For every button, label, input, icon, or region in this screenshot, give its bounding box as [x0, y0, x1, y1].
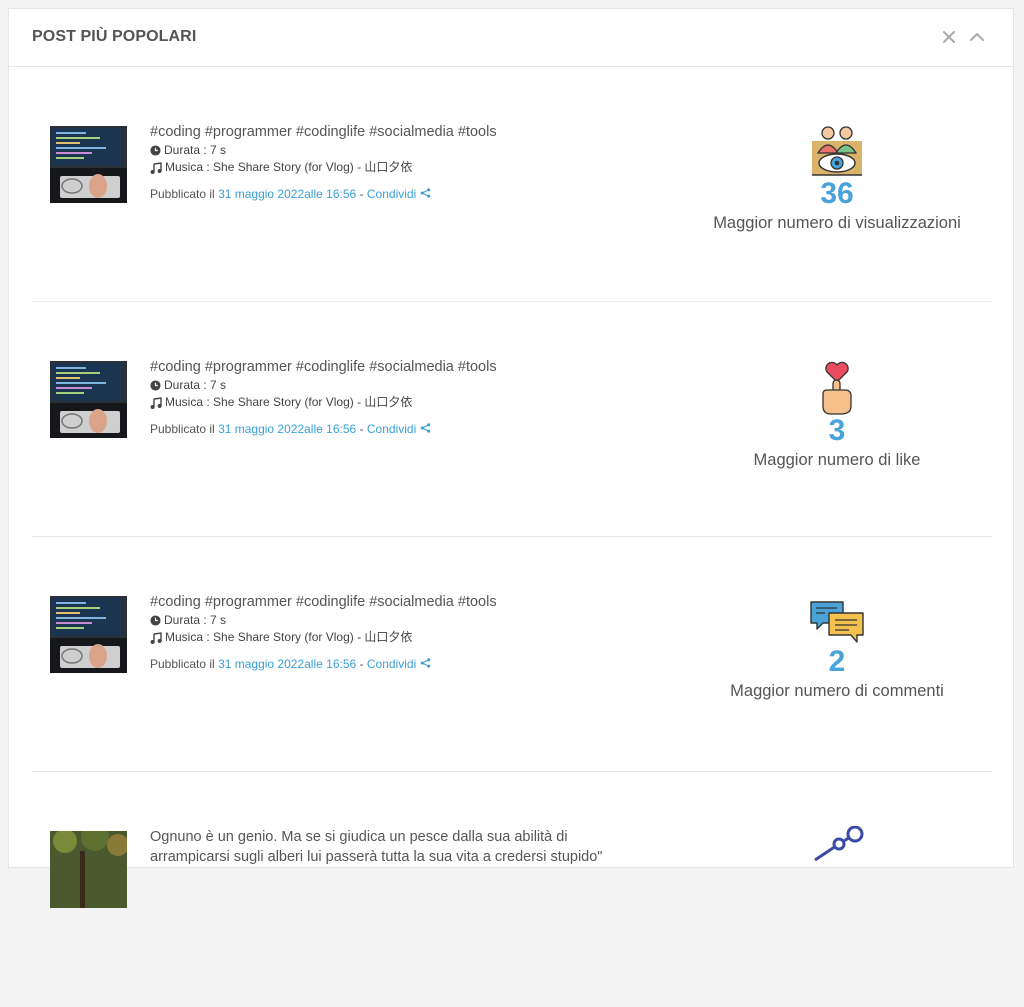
post-caption: #coding #programmer #codinglife #socialm… [150, 359, 497, 375]
music-line: Musica : She Share Story (for Vlog) - 山口… [150, 629, 620, 646]
chevron-up-icon[interactable] [967, 27, 987, 47]
music-note-icon [150, 631, 162, 644]
share-icon[interactable] [420, 423, 431, 433]
post-music: Musica : She Share Story (for Vlog) - 山口… [165, 160, 413, 174]
post-music: Musica : She Share Story (for Vlog) - 山口… [165, 630, 413, 644]
share-graph-icon [814, 826, 864, 862]
views-count: 36 [820, 177, 854, 210]
published-prefix: Pubblicato il [150, 187, 215, 201]
post-text: Ognuno è un genio. Ma se si giudica un p… [150, 827, 620, 867]
post-music: Musica : She Share Story (for Vlog) - 山口… [165, 395, 413, 409]
panel-header: POST PIÙ POPOLARI [9, 9, 1013, 67]
published-date-link[interactable]: 31 maggio 2022alle 16:56 [218, 187, 356, 201]
post-duration: Durata : 7 s [164, 143, 227, 157]
separator: - [359, 187, 364, 201]
music-line: Musica : She Share Story (for Vlog) - 山口… [150, 159, 620, 176]
post-thumbnail[interactable] [50, 831, 127, 908]
publish-line: Pubblicato il 31 maggio 2022alle 16:56 -… [150, 656, 620, 672]
duration-line: Durata : 7 s [150, 142, 620, 159]
share-link[interactable]: Condividi [367, 657, 431, 671]
share-label[interactable]: Condividi [367, 187, 416, 201]
post-thumbnail[interactable] [50, 126, 127, 203]
share-label[interactable]: Condividi [367, 657, 416, 671]
post-thumbnail[interactable] [50, 361, 127, 438]
post-row: #coding #programmer #codinglife #socialm… [32, 302, 992, 537]
post-row: #coding #programmer #codinglife #socialm… [32, 537, 992, 772]
separator: - [359, 657, 364, 671]
shares-stat [672, 826, 1002, 866]
comments-stat: 2 Maggior numero di commenti [672, 599, 1002, 701]
share-link[interactable]: Condividi [367, 187, 431, 201]
publish-line: Pubblicato il 31 maggio 2022alle 16:56 -… [150, 186, 620, 202]
share-label[interactable]: Condividi [367, 422, 416, 436]
publish-line: Pubblicato il 31 maggio 2022alle 16:56 -… [150, 421, 620, 437]
audience-eye-icon [812, 126, 862, 176]
post-text: #coding #programmer #codinglife #socialm… [150, 357, 620, 437]
views-label: Maggior numero di visualizzazioni [713, 214, 961, 232]
comments-icon [810, 601, 864, 643]
comments-label: Maggior numero di commenti [730, 682, 944, 700]
post-text: #coding #programmer #codinglife #socialm… [150, 122, 620, 202]
heart-hand-icon [822, 361, 852, 415]
music-note-icon [150, 161, 162, 174]
clock-icon [150, 380, 161, 391]
likes-count: 3 [828, 414, 846, 447]
duration-line: Durata : 7 s [150, 612, 620, 629]
published-date-link[interactable]: 31 maggio 2022alle 16:56 [218, 422, 356, 436]
post-row: Ognuno è un genio. Ma se si giudica un p… [32, 772, 992, 1007]
share-icon[interactable] [420, 658, 431, 668]
post-duration: Durata : 7 s [164, 613, 227, 627]
popular-posts-panel: POST PIÙ POPOLARI #coding #programmer #c… [8, 8, 1014, 908]
likes-stat: 3 Maggior numero di like [672, 360, 1002, 470]
views-stat: 36 Maggior numero di visualizzazioni [672, 123, 1002, 233]
comments-count: 2 [828, 645, 846, 678]
music-line: Musica : She Share Story (for Vlog) - 山口… [150, 394, 620, 411]
post-duration: Durata : 7 s [164, 378, 227, 392]
post-row: #coding #programmer #codinglife #socialm… [32, 67, 992, 302]
post-caption: #coding #programmer #codinglife #socialm… [150, 594, 497, 610]
post-caption: #coding #programmer #codinglife #socialm… [150, 124, 497, 140]
published-prefix: Pubblicato il [150, 422, 215, 436]
clock-icon [150, 615, 161, 626]
music-note-icon [150, 396, 162, 409]
post-list: #coding #programmer #codinglife #socialm… [32, 67, 992, 1007]
share-icon[interactable] [420, 188, 431, 198]
panel-title: POST PIÙ POPOLARI [32, 28, 197, 45]
post-thumbnail[interactable] [50, 596, 127, 673]
published-date-link[interactable]: 31 maggio 2022alle 16:56 [218, 657, 356, 671]
duration-line: Durata : 7 s [150, 377, 620, 394]
clock-icon [150, 145, 161, 156]
separator: - [359, 422, 364, 436]
published-prefix: Pubblicato il [150, 657, 215, 671]
post-caption: Ognuno è un genio. Ma se si giudica un p… [150, 829, 603, 865]
post-text: #coding #programmer #codinglife #socialm… [150, 592, 620, 672]
likes-label: Maggior numero di like [753, 451, 921, 469]
share-link[interactable]: Condividi [367, 422, 431, 436]
close-icon[interactable] [939, 27, 959, 47]
